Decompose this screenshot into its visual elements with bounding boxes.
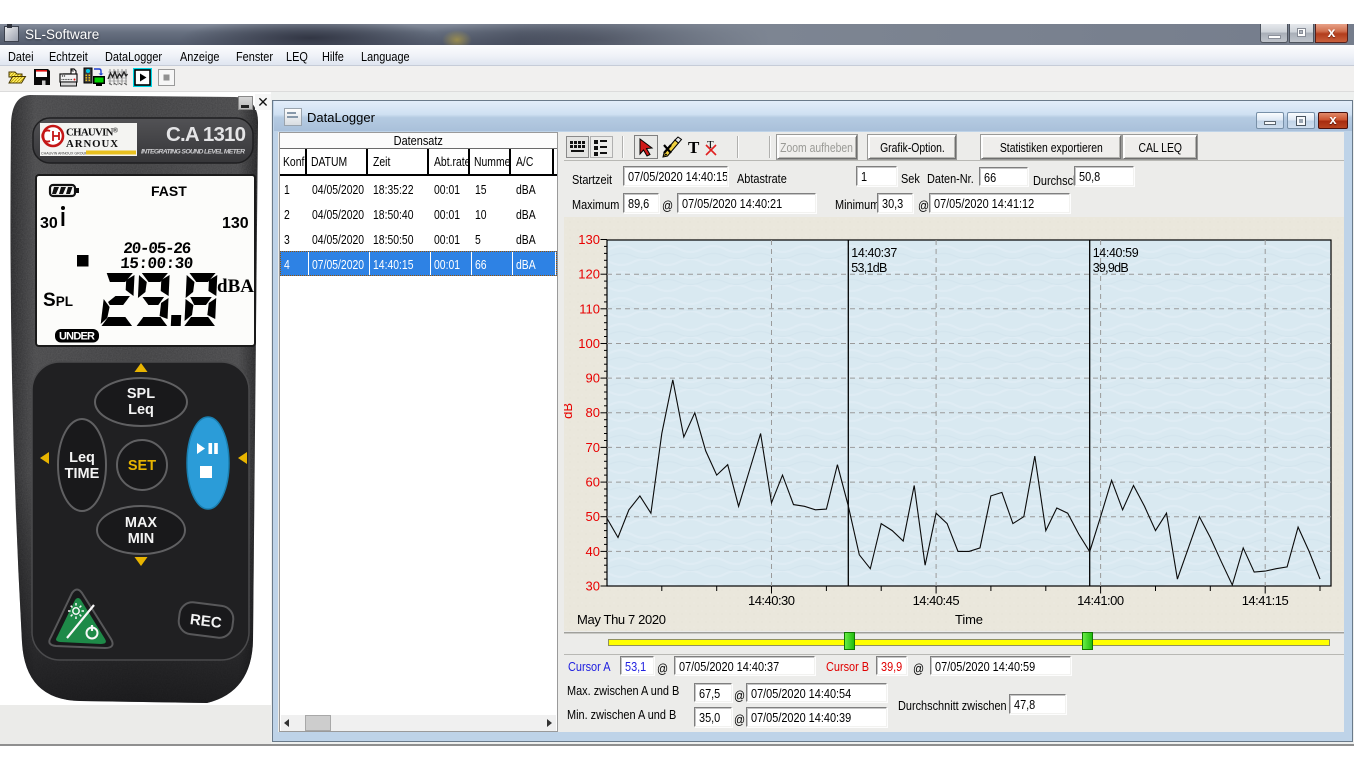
svg-text:50: 50 xyxy=(586,509,600,524)
svg-text:T: T xyxy=(688,138,700,157)
svg-text:UNDER: UNDER xyxy=(59,331,95,343)
svg-text:14:41:15: 14:41:15 xyxy=(1242,593,1289,608)
svg-text:90: 90 xyxy=(586,371,600,386)
svg-text:14:40:59: 14:40:59 xyxy=(1093,246,1139,260)
svg-text:130: 130 xyxy=(222,215,249,232)
svg-text:dB: dB xyxy=(564,403,575,419)
svg-text:C.A 1310: C.A 1310 xyxy=(166,123,246,146)
svg-text:80: 80 xyxy=(586,405,600,420)
svg-text:110: 110 xyxy=(579,301,600,316)
svg-text:53,1dB: 53,1dB xyxy=(851,261,887,275)
svg-text:Leq: Leq xyxy=(69,450,95,466)
svg-text:30: 30 xyxy=(586,579,600,594)
svg-text:dBA: dBA xyxy=(217,276,254,297)
svg-text:Time: Time xyxy=(955,612,983,627)
svg-text:ARNOUX: ARNOUX xyxy=(66,138,118,150)
svg-text:100: 100 xyxy=(578,336,600,351)
svg-text:70: 70 xyxy=(586,440,600,455)
svg-text:SPL: SPL xyxy=(43,290,73,311)
svg-text:FAST: FAST xyxy=(151,183,187,199)
svg-text:30: 30 xyxy=(40,215,58,232)
svg-text:14:40:30: 14:40:30 xyxy=(748,593,795,608)
svg-text:120: 120 xyxy=(578,267,600,282)
svg-text:CHAUVIN®: CHAUVIN® xyxy=(66,127,119,139)
svg-text:TIME: TIME xyxy=(65,466,100,482)
svg-text:Leq: Leq xyxy=(128,402,154,418)
svg-text:SPL: SPL xyxy=(127,386,155,402)
svg-text:39,9dB: 39,9dB xyxy=(1093,261,1129,275)
svg-text:14:40:37: 14:40:37 xyxy=(851,246,897,260)
svg-text:MIN: MIN xyxy=(128,531,155,547)
svg-text:May Thu 7 2020: May Thu 7 2020 xyxy=(577,612,666,627)
svg-text:130: 130 xyxy=(578,232,600,247)
svg-text:14:41:00: 14:41:00 xyxy=(1077,593,1124,608)
svg-text:60: 60 xyxy=(586,475,600,490)
svg-text:INTEGRATING SOUND LEVEL METER: INTEGRATING SOUND LEVEL METER xyxy=(141,149,245,156)
svg-text:40: 40 xyxy=(586,544,600,559)
svg-text:15:00:30: 15:00:30 xyxy=(120,255,194,273)
svg-text:MAX: MAX xyxy=(125,515,158,531)
svg-text:14:40:45: 14:40:45 xyxy=(913,593,960,608)
svg-text:SET: SET xyxy=(128,458,156,474)
svg-text:CHAUVIN ARNOUX GROUP: CHAUVIN ARNOUX GROUP xyxy=(41,152,88,156)
